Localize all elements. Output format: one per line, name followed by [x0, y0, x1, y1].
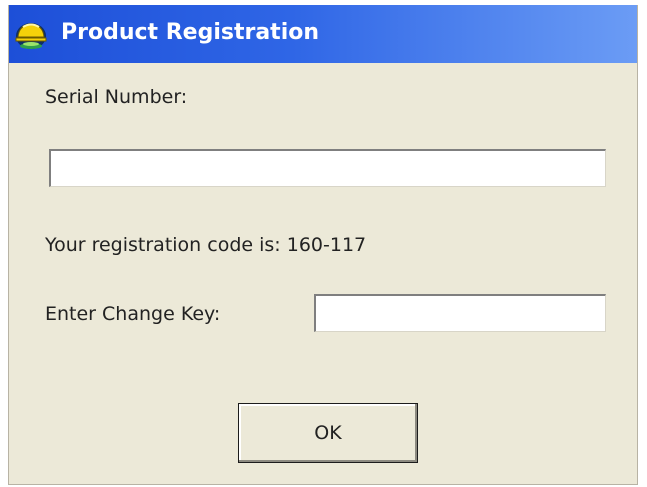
change-key-input[interactable]	[314, 294, 606, 332]
change-key-label: Enter Change Key:	[45, 303, 221, 325]
ok-button[interactable]: OK	[238, 403, 418, 463]
serial-number-label: Serial Number:	[45, 86, 188, 108]
hardhat-app-icon	[15, 23, 47, 49]
registration-code-text: Your registration code is: 160-117	[45, 234, 367, 256]
product-registration-dialog: Product Registration Serial Number: Your…	[8, 5, 638, 485]
serial-number-input[interactable]	[49, 149, 606, 187]
title-bar[interactable]: Product Registration	[9, 5, 637, 63]
window-title: Product Registration	[61, 20, 320, 45]
